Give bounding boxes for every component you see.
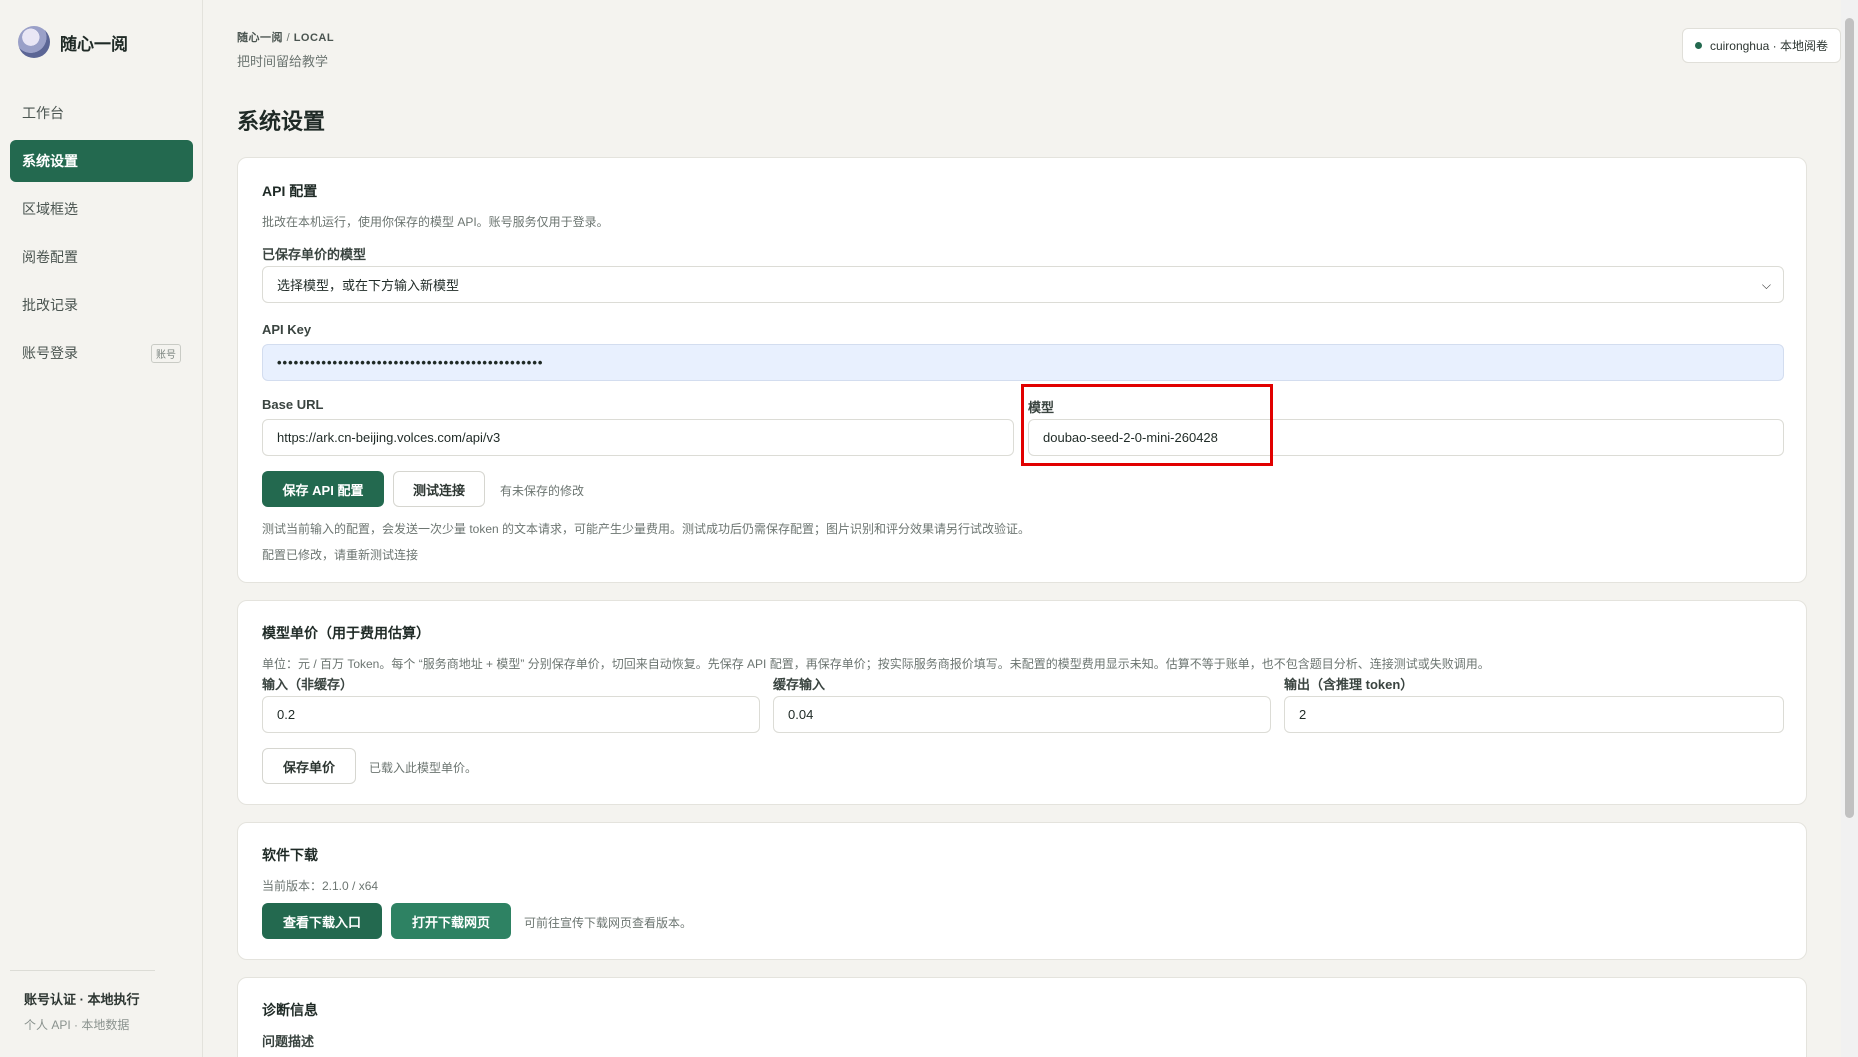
base-url-label: Base URL	[262, 397, 324, 412]
cached-price-value: 0.04	[788, 707, 814, 722]
price-card-hint: 单位：元 / 百万 Token。每个 “服务商地址 + 模型” 分别保存单价，切…	[262, 657, 1490, 671]
cached-price-label: 缓存输入	[773, 677, 826, 692]
chevron-down-icon: ⌵	[1761, 278, 1771, 292]
modified-note: 配置已修改，请重新测试连接	[262, 548, 419, 562]
user-badge[interactable]: cuironghua · 本地阅卷	[1681, 28, 1841, 63]
model-highlight-box	[1021, 384, 1273, 466]
cached-price-field[interactable]: 0.04	[773, 696, 1271, 733]
open-download-page-button[interactable]: 打开下载网页	[391, 903, 511, 939]
base-url-value: https://ark.cn-beijing.volces.com/api/v3	[277, 430, 501, 445]
price-loaded-note: 已载入此模型单价。	[369, 761, 478, 775]
breadcrumb-app: 随心一阅	[237, 32, 283, 44]
version-text: 当前版本：2.1.0 / x64	[262, 879, 379, 893]
sidebar-item-workbench[interactable]: 工作台	[10, 92, 193, 134]
page-scrollbar[interactable]	[1841, 0, 1858, 1057]
price-card-title: 模型单价（用于费用估算）	[262, 625, 430, 641]
download-card-title: 软件下载	[262, 847, 318, 863]
api-key-value: ••••••••••••••••••••••••••••••••••••••••…	[277, 355, 544, 370]
save-price-button[interactable]: 保存单价	[262, 748, 356, 784]
footer-title: 账号认证 · 本地执行	[24, 992, 140, 1007]
sidebar: 随心一阅 工作台 系统设置 区域框选 阅卷配置 批改记录 账号登录 账号 账号认…	[0, 0, 203, 1057]
sidebar-item-label: 账号登录	[22, 345, 78, 361]
sidebar-item-label: 系统设置	[22, 153, 78, 169]
diagnostics-card: 诊断信息 问题描述	[237, 977, 1807, 1057]
breadcrumb-scope: LOCAL	[293, 32, 335, 44]
header-subtitle: 把时间留给教学	[237, 54, 329, 69]
test-connection-button[interactable]: 测试连接	[393, 471, 485, 507]
user-label: cuironghua · 本地阅卷	[1709, 39, 1828, 53]
status-dot-icon	[1694, 42, 1702, 49]
page-title: 系统设置	[237, 109, 326, 134]
main-content: 随心一阅 / LOCAL 把时间留给教学 cuironghua · 本地阅卷 系…	[203, 0, 1841, 1057]
api-key-label: API Key	[262, 322, 312, 337]
saved-models-select[interactable]: 选择模型，或在下方输入新模型 ⌵	[262, 266, 1784, 303]
breadcrumb-separator: /	[286, 32, 291, 44]
sidebar-item-label: 批改记录	[22, 297, 78, 313]
output-price-label: 输出（含推理 token）	[1284, 677, 1414, 692]
api-key-input[interactable]: ••••••••••••••••••••••••••••••••••••••••…	[262, 344, 1784, 381]
breadcrumb: 随心一阅 / LOCAL	[237, 29, 334, 45]
view-download-button[interactable]: 查看下载入口	[262, 903, 382, 939]
footer-subtitle: 个人 API · 本地数据	[24, 1018, 130, 1032]
api-config-card: API 配置 批改在本机运行，使用你保存的模型 API。账号服务仅用于登录。 已…	[237, 157, 1807, 583]
base-url-input[interactable]: https://ark.cn-beijing.volces.com/api/v3	[262, 419, 1014, 456]
output-price-field[interactable]: 2	[1284, 696, 1784, 733]
account-tag: 账号	[151, 343, 181, 363]
diag-card-title: 诊断信息	[262, 1002, 318, 1018]
input-price-label: 输入（非缓存）	[262, 677, 354, 692]
test-hint: 测试当前输入的配置，会发送一次少量 token 的文本请求，可能产生少量费用。测…	[262, 522, 1031, 536]
api-card-title: API 配置	[262, 183, 318, 199]
sidebar-item-label: 区域框选	[22, 201, 78, 217]
sidebar-footer: 账号认证 · 本地执行 个人 API · 本地数据	[10, 970, 155, 1033]
save-api-config-button[interactable]: 保存 API 配置	[262, 471, 384, 507]
unsaved-note: 有未保存的修改	[500, 484, 585, 498]
model-price-card: 模型单价（用于费用估算） 单位：元 / 百万 Token。每个 “服务商地址 +…	[237, 600, 1807, 805]
sidebar-nav: 工作台 系统设置 区域框选 阅卷配置 批改记录 账号登录 账号	[10, 92, 193, 380]
sidebar-item-region-select[interactable]: 区域框选	[10, 188, 193, 230]
sidebar-item-label: 工作台	[22, 105, 64, 121]
sidebar-item-grading-history[interactable]: 批改记录	[10, 284, 193, 326]
app-logo	[18, 26, 50, 58]
output-price-value: 2	[1299, 707, 1307, 722]
app-name: 随心一阅	[60, 34, 128, 54]
scrollbar-thumb[interactable]	[1845, 18, 1854, 818]
saved-models-value: 选择模型，或在下方输入新模型	[277, 278, 460, 293]
input-price-value: 0.2	[277, 707, 296, 722]
input-price-field[interactable]: 0.2	[262, 696, 760, 733]
problem-label: 问题描述	[262, 1034, 315, 1049]
sidebar-item-account-login[interactable]: 账号登录 账号	[10, 332, 193, 374]
saved-models-label: 已保存单价的模型	[262, 247, 367, 262]
api-card-hint: 批改在本机运行，使用你保存的模型 API。账号服务仅用于登录。	[262, 215, 609, 229]
brand[interactable]: 随心一阅	[18, 26, 128, 58]
sidebar-item-grading-config[interactable]: 阅卷配置	[10, 236, 193, 278]
download-note: 可前往宣传下载网页查看版本。	[524, 916, 693, 930]
sidebar-item-label: 阅卷配置	[22, 249, 78, 265]
software-download-card: 软件下载 当前版本：2.1.0 / x64 查看下载入口 打开下载网页 可前往宣…	[237, 822, 1807, 960]
sidebar-item-settings[interactable]: 系统设置	[10, 140, 193, 182]
